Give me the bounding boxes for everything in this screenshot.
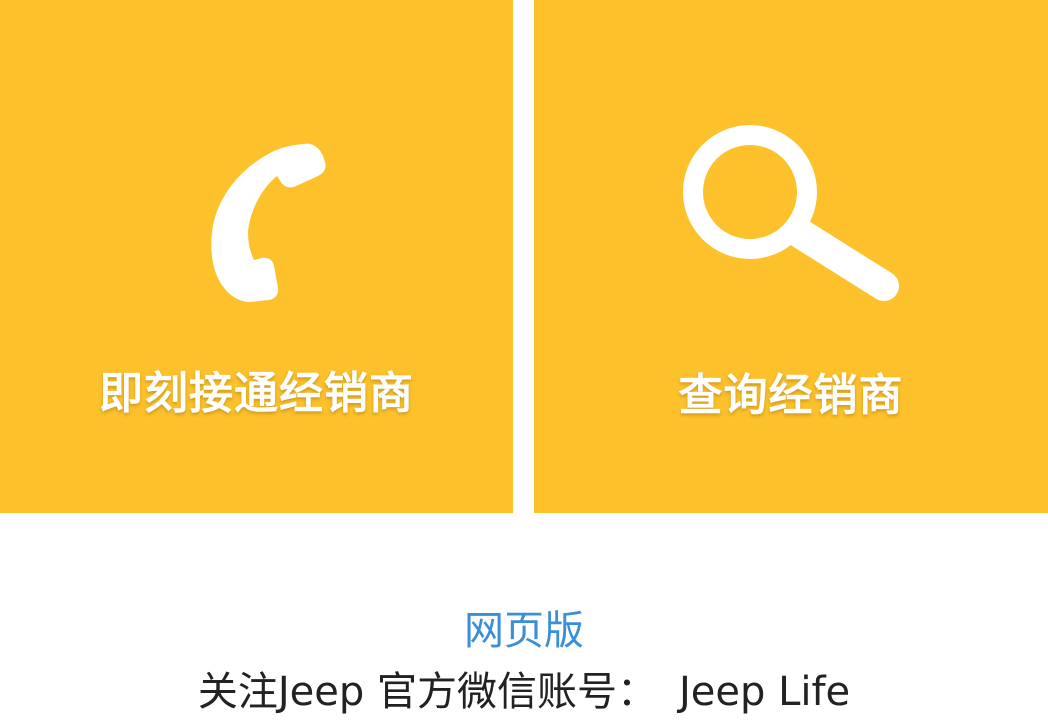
wechat-account-name: Jeep Life (678, 669, 851, 715)
follow-wechat-text: 关注Jeep 官方微信账号： Jeep Life (0, 664, 1048, 720)
find-dealer-label: 查询经销商 (678, 370, 904, 421)
call-dealer-tile[interactable]: 即刻接通经销商 (0, 0, 513, 513)
find-dealer-tile[interactable]: 查询经销商 (534, 0, 1048, 513)
follow-prefix: 关注Jeep 官方微信账号： (197, 669, 657, 715)
web-version-link[interactable]: 网页版 (464, 600, 584, 662)
search-icon (683, 125, 899, 301)
call-dealer-label: 即刻接通经销商 (99, 368, 414, 419)
footer: 网页版 (0, 600, 1048, 662)
phone-icon (211, 143, 326, 302)
